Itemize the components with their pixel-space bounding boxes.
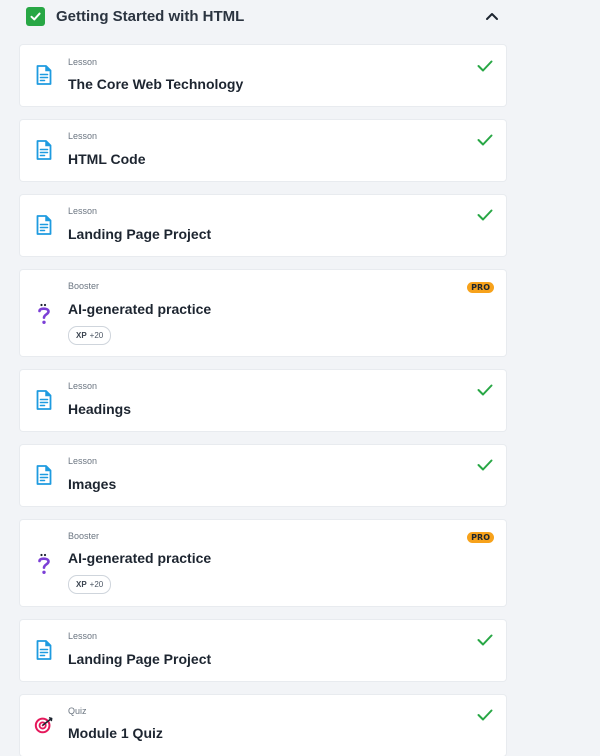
booster-question-icon [34,552,54,576]
item-type-label: Booster [68,281,100,291]
item-title: Headings [68,401,132,417]
item-title: AI-generated practice [68,550,212,566]
module-complete-checkbox-icon [26,7,45,26]
chevron-up-icon[interactable] [482,6,502,26]
lesson-document-icon [34,388,54,412]
item-title: AI-generated practice [68,301,212,317]
booster-item[interactable]: Booster AI-generated practice PRO XP +20 [20,270,506,356]
item-type-label: Lesson [68,57,98,67]
module-header[interactable]: Getting Started with HTML [20,0,506,34]
lesson-item[interactable]: Lesson Landing Page Project [20,195,506,256]
item-title: Landing Page Project [68,226,212,242]
xp-reward-pill: XP +20 [68,575,112,594]
xp-value: +20 [89,331,104,340]
lesson-item[interactable]: Lesson The Core Web Technology [20,45,506,106]
lesson-item[interactable]: Lesson Landing Page Project [20,620,506,681]
check-icon [476,131,494,149]
item-title: Landing Page Project [68,651,212,667]
lesson-item[interactable]: Lesson Headings [20,370,506,431]
item-type-label: Quiz [68,706,87,716]
xp-label: XP [76,580,87,589]
lesson-item[interactable]: Lesson HTML Code [20,120,506,181]
booster-item[interactable]: Booster AI-generated practice PRO XP +20 [20,520,506,606]
quiz-item[interactable]: Quiz Module 1 Quiz [20,695,506,756]
module-panel: Getting Started with HTML Lesson The Cor… [0,0,600,756]
item-title: Images [68,476,117,492]
check-icon [476,57,494,75]
item-title: The Core Web Technology [68,76,244,92]
check-icon [476,206,494,224]
lesson-document-icon [34,138,54,162]
xp-label: XP [76,331,87,340]
pro-badge: PRO [467,532,494,543]
lesson-document-icon [34,63,54,87]
item-title: HTML Code [68,151,146,167]
module-title: Getting Started with HTML [56,8,245,25]
pro-badge: PRO [467,282,494,293]
xp-reward-pill: XP +20 [68,326,112,345]
item-type-label: Lesson [68,456,98,466]
item-title: Module 1 Quiz [68,725,163,741]
item-type-label: Booster [68,531,100,541]
check-icon [476,631,494,649]
booster-question-icon [34,302,54,326]
lesson-document-icon [34,638,54,662]
lesson-document-icon [34,213,54,237]
check-icon [476,456,494,474]
lesson-item[interactable]: Lesson Images [20,445,506,506]
item-type-label: Lesson [68,206,98,216]
item-type-label: Lesson [68,631,98,641]
item-type-label: Lesson [68,131,98,141]
lesson-document-icon [34,463,54,487]
xp-value: +20 [89,580,104,589]
check-icon [476,381,494,399]
quiz-target-icon [34,713,54,737]
item-type-label: Lesson [68,381,98,391]
check-icon [476,706,494,724]
